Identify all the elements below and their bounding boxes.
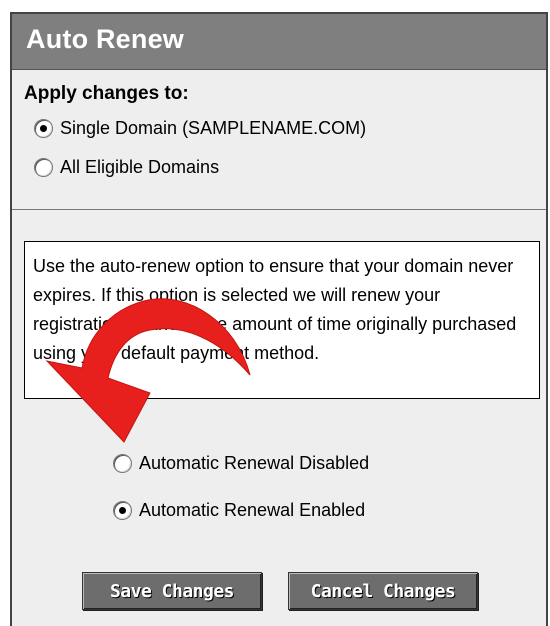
cancel-changes-button[interactable]: Cancel Changes: [288, 572, 478, 610]
auto-renew-panel: Auto Renew Apply changes to: Single Doma…: [10, 12, 548, 626]
all-domains-label: All Eligible Domains: [60, 157, 220, 177]
all-domains-radio[interactable]: [34, 158, 53, 177]
single-domain-option[interactable]: Single Domain (SAMPLENAME.COM): [34, 118, 366, 139]
save-changes-button[interactable]: Save Changes: [82, 572, 262, 610]
renewal-disabled-option[interactable]: Automatic Renewal Disabled: [113, 453, 369, 474]
auto-renew-description: Use the auto-renew option to ensure that…: [33, 256, 517, 363]
single-domain-radio[interactable]: [34, 119, 53, 138]
panel-header: Auto Renew: [12, 12, 546, 70]
section-divider: [12, 209, 546, 210]
renewal-disabled-label: Automatic Renewal Disabled: [139, 453, 370, 473]
apply-changes-heading: Apply changes to:: [24, 83, 189, 104]
auto-renew-description-box: Use the auto-renew option to ensure that…: [24, 241, 540, 399]
renewal-enabled-option[interactable]: Automatic Renewal Enabled: [113, 500, 365, 521]
renewal-disabled-radio[interactable]: [113, 454, 132, 473]
panel-title: Auto Renew: [26, 24, 185, 54]
renewal-enabled-label: Automatic Renewal Enabled: [139, 500, 366, 520]
all-domains-option[interactable]: All Eligible Domains: [34, 157, 219, 178]
single-domain-label: Single Domain (SAMPLENAME.COM): [60, 118, 367, 138]
renewal-enabled-radio[interactable]: [113, 501, 132, 520]
